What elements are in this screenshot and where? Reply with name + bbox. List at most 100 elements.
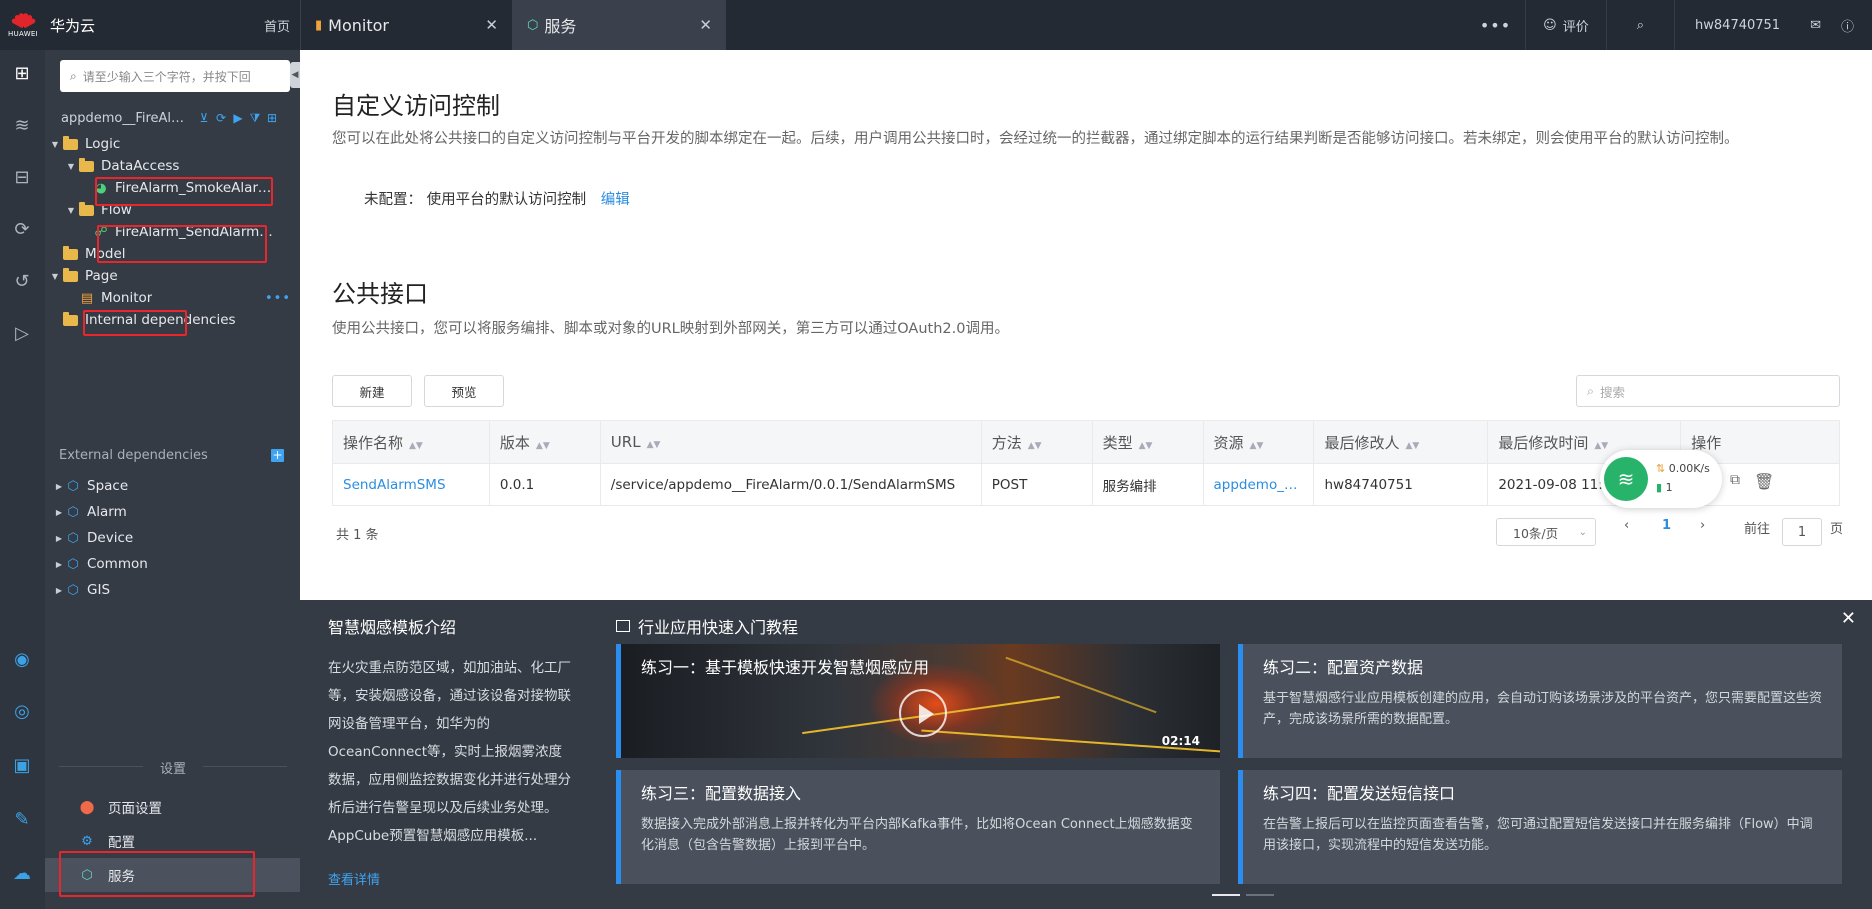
search-placeholder: 搜索 <box>1600 384 1626 400</box>
eye-icon[interactable]: ◉ <box>10 648 34 672</box>
tree-node-dataaccess[interactable]: ▼ DataAccess <box>45 154 300 178</box>
run-icon[interactable]: ▶ <box>231 111 245 126</box>
sort-icon[interactable]: ▲▼ <box>1139 441 1153 451</box>
preview-button[interactable]: 预览 <box>424 375 504 407</box>
network-icon[interactable]: ⟳ <box>10 218 34 242</box>
copy-icon[interactable]: ⧉ <box>1730 472 1740 491</box>
help-icon[interactable]: ⓘ <box>1831 0 1872 50</box>
external-item-gis[interactable]: ▶ ⬡ GIS <box>45 578 300 602</box>
tree-node-logic[interactable]: ▼ Logic <box>45 132 300 156</box>
tree-node-monitor-page[interactable]: ▤ Monitor ••• <box>45 286 300 310</box>
terminal-icon[interactable]: ▣ <box>10 754 34 778</box>
sort-icon[interactable]: ▲▼ <box>1406 441 1420 451</box>
external-item-space[interactable]: ▶ ⬡ Space <box>45 474 300 498</box>
column-header-url[interactable]: URL ▲▼ <box>599 420 982 464</box>
more-icon[interactable]: ••• <box>265 291 291 306</box>
tab-monitor[interactable]: ▮ Monitor ✕ <box>300 0 512 50</box>
search-icon[interactable]: ⌕ <box>1605 0 1674 50</box>
expand-arrow-icon[interactable]: ▶ <box>53 534 65 543</box>
smile-icon: ☺ <box>1543 17 1557 33</box>
explorer-search-input[interactable]: ⌕ 请至少输入三个字符，并按下回 <box>60 60 290 92</box>
column-header-resource[interactable]: 资源 ▲▼ <box>1202 420 1315 464</box>
play-debug-icon[interactable]: ▷ <box>10 322 34 346</box>
layers-icon[interactable]: ≋ <box>10 114 34 138</box>
close-icon[interactable]: ✕ <box>699 16 712 34</box>
page-number[interactable]: 1 <box>1662 518 1671 533</box>
page-size-select[interactable]: 10条/页 ⌄ <box>1496 518 1596 546</box>
history-icon[interactable]: ↺ <box>10 270 34 294</box>
api-resource-link[interactable]: appdemo__FireAlarm <box>1214 477 1302 493</box>
refresh-icon[interactable]: ⟳ <box>214 111 228 126</box>
column-header-method[interactable]: 方法 ▲▼ <box>980 420 1093 464</box>
expand-arrow-icon[interactable]: ▼ <box>65 162 77 171</box>
sort-icon[interactable]: ▲▼ <box>1594 441 1608 451</box>
column-header-version[interactable]: 版本 ▲▼ <box>488 420 601 464</box>
add-external-dependency-icon[interactable]: + <box>271 449 284 462</box>
add-icon[interactable]: ⊞ <box>265 111 279 126</box>
download-box-icon[interactable]: ⊟ <box>10 166 34 190</box>
cloud-upload-icon[interactable]: ☁ <box>10 862 34 886</box>
sort-icon[interactable]: ▲▼ <box>1028 441 1042 451</box>
tutorial-card-4[interactable]: 练习四：配置发送短信接口 在告警上报后可以在监控页面查看告警，您可通过配置短信发… <box>1238 770 1842 884</box>
sitemap-icon[interactable]: ⊞ <box>10 62 34 86</box>
tree-label: Common <box>87 556 148 572</box>
user-account[interactable]: hw84740751 <box>1674 0 1800 50</box>
target-icon[interactable]: ◎ <box>10 700 34 724</box>
expand-arrow-icon[interactable]: ▶ <box>53 482 65 491</box>
settings-item-page-settings[interactable]: ⬤ 页面设置 <box>45 790 300 824</box>
home-link[interactable]: 首页 <box>264 16 290 35</box>
expand-arrow-icon[interactable]: ▶ <box>53 586 65 595</box>
api-name-link[interactable]: SendAlarmSMS <box>343 477 446 493</box>
collapse-sidebar-icon[interactable]: ◀ <box>290 62 300 88</box>
location-pin-icon: ⬤ <box>79 799 95 815</box>
tree-node-page[interactable]: ▼ Page <box>45 264 300 288</box>
edit-link[interactable]: 编辑 <box>601 192 630 208</box>
column-header-name[interactable]: 操作名称 ▲▼ <box>332 420 490 464</box>
sort-icon[interactable]: ▲▼ <box>409 441 423 451</box>
tutorial-card-3[interactable]: 练习三：配置数据接入 数据接入完成外部消息上报并转化为平台内部Kafka事件，比… <box>616 770 1220 884</box>
more-icon[interactable]: ••• <box>1466 0 1525 50</box>
expand-arrow-icon[interactable]: ▼ <box>65 206 77 215</box>
app-selector[interactable]: appdemo__FireAlarm ⊻ ⟳ ▶ ⧩ ⊞ <box>61 108 291 128</box>
tab-service[interactable]: ⬡ 服务 ✕ <box>512 0 726 50</box>
folder-icon <box>63 311 78 326</box>
column-header-modifier[interactable]: 最后修改人 ▲▼ <box>1313 420 1489 464</box>
sort-icon[interactable]: ▲▼ <box>536 441 550 451</box>
huawei-logo[interactable]: HUAWEI <box>8 6 38 44</box>
play-icon[interactable] <box>899 689 947 737</box>
external-item-device[interactable]: ▶ ⬡ Device <box>45 526 300 550</box>
header-label: 资源 <box>1213 433 1244 452</box>
api-search-input[interactable]: ⌕ 搜索 <box>1576 375 1840 407</box>
sort-icon[interactable]: ▲▼ <box>1250 441 1264 451</box>
close-icon[interactable]: ✕ <box>485 16 498 34</box>
sort-icon[interactable]: ▲▼ <box>647 440 661 450</box>
goto-page-input[interactable]: 1 <box>1782 518 1822 546</box>
expand-arrow-icon[interactable]: ▶ <box>53 508 65 517</box>
column-header-type[interactable]: 类型 ▲▼ <box>1091 420 1204 464</box>
tutorial-card-desc: 在告警上报后可以在监控页面查看告警，您可通过配置短信发送接口并在服务编排（Flo… <box>1263 817 1813 853</box>
external-item-common[interactable]: ▶ ⬡ Common <box>45 552 300 576</box>
wrench-icon[interactable]: ✎ <box>10 808 34 832</box>
next-page-icon[interactable]: › <box>1700 518 1705 533</box>
brand-name[interactable]: 华为云 <box>50 15 95 36</box>
delete-icon[interactable]: 🗑︎ <box>1754 472 1774 491</box>
dropdown-icon[interactable]: ⊻ <box>197 111 211 126</box>
tutorial-card-1[interactable]: 练习一：基于模板快速开发智慧烟感应用 02:14 <box>616 644 1220 758</box>
network-speed-widget[interactable]: ≋ ⇅ 0.00K/s ▮ 1 <box>1600 450 1722 508</box>
expand-arrow-icon[interactable]: ▶ <box>53 560 65 569</box>
mail-icon[interactable]: ✉ <box>1800 0 1831 50</box>
prev-page-icon[interactable]: ‹ <box>1624 518 1629 533</box>
close-icon[interactable]: ✕ <box>1841 608 1856 629</box>
new-button[interactable]: 新建 <box>332 375 412 407</box>
view-details-link[interactable]: 查看详情 <box>328 869 380 888</box>
expand-arrow-icon[interactable]: ▼ <box>49 272 61 281</box>
external-item-alarm[interactable]: ▶ ⬡ Alarm <box>45 500 300 524</box>
carousel-indicator[interactable] <box>1246 894 1274 896</box>
feedback-button[interactable]: ☺ 评价 <box>1525 0 1606 50</box>
carousel-indicator-active[interactable] <box>1212 894 1240 896</box>
expand-arrow-icon[interactable]: ▼ <box>49 140 61 149</box>
install-icon[interactable]: ⧩ <box>248 111 262 126</box>
folder-icon <box>63 267 78 282</box>
feedback-label: 评价 <box>1562 19 1589 35</box>
tutorial-card-2[interactable]: 练习二：配置资产数据 基于智慧烟感行业应用模板创建的应用，会自动订购该场景涉及的… <box>1238 644 1842 758</box>
